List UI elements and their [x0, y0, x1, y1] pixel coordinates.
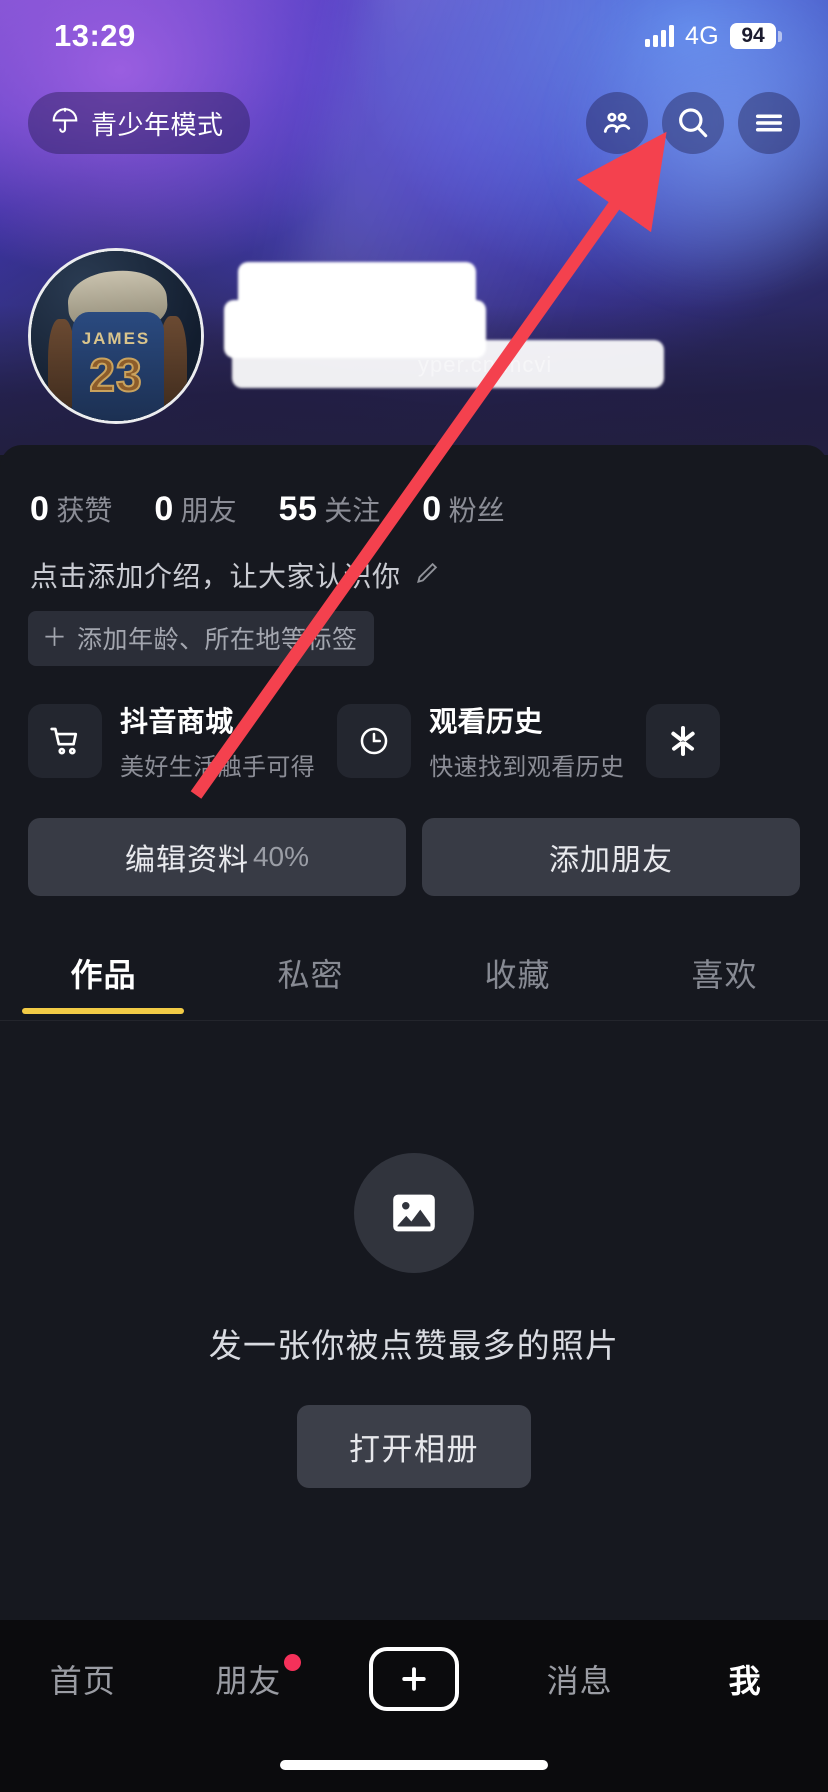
stat-value: 0 — [154, 490, 174, 528]
tag-row: ＋ 添加年龄、所在地等标签 — [0, 595, 828, 666]
nav-messages[interactable]: 消息 — [521, 1650, 639, 1708]
card-subtitle: 美好生活触手可得 — [120, 754, 316, 781]
nav-label: 我 — [728, 1663, 762, 1699]
card-douyin-mall[interactable]: 抖音商城 美好生活触手可得 — [28, 700, 315, 782]
empty-state: 发一张你被点赞最多的照片 打开相册 — [0, 1021, 828, 1488]
stat-label: 关注 — [324, 495, 381, 526]
tab-collections[interactable]: 收藏 — [414, 936, 621, 1020]
quick-cards: 抖音商城 美好生活触手可得 观看历史 快速找到观看历史 — [0, 666, 828, 782]
pencil-icon[interactable] — [413, 559, 441, 592]
teen-mode-button[interactable]: 青少年模式 — [28, 92, 250, 154]
plus-icon: ＋ — [42, 623, 68, 652]
umbrella-icon — [50, 106, 80, 141]
stat-value: 0 — [422, 490, 442, 528]
douyin-asterisk-icon — [646, 704, 721, 778]
cellular-signal-icon — [645, 25, 675, 47]
tab-likes[interactable]: 喜欢 — [621, 936, 828, 1020]
stat-following[interactable]: 55 关注 — [279, 489, 381, 529]
home-indicator — [280, 1760, 548, 1770]
nav-label: 消息 — [546, 1663, 613, 1699]
card-title: 抖音商城 — [120, 706, 234, 737]
edit-profile-label: 编辑资料 — [124, 844, 249, 877]
nav-label: 首页 — [49, 1663, 116, 1699]
nav-home[interactable]: 首页 — [24, 1650, 142, 1708]
nav-friends[interactable]: 朋友 — [189, 1650, 307, 1708]
shopping-cart-icon — [28, 704, 102, 778]
add-friend-button[interactable]: 添加朋友 — [422, 818, 800, 896]
teen-mode-label: 青少年模式 — [91, 109, 224, 140]
edit-profile-button[interactable]: 编辑资料 40% — [28, 818, 406, 896]
profile-sheet: 0 获赞 0 朋友 55 关注 0 粉丝 点击添加介绍，让大家认识你 ＋ 添加年… — [0, 445, 828, 1620]
open-album-button[interactable]: 打开相册 — [297, 1405, 531, 1488]
card-watch-history[interactable]: 观看历史 快速找到观看历史 — [337, 700, 624, 782]
stat-label: 粉丝 — [448, 495, 505, 526]
friends-icon[interactable] — [586, 92, 648, 154]
tab-label: 收藏 — [484, 957, 551, 993]
stat-followers[interactable]: 0 粉丝 — [422, 489, 504, 529]
empty-state-text: 发一张你被点赞最多的照片 — [208, 1327, 620, 1364]
nav-label: 朋友 — [215, 1663, 282, 1699]
card-douyin-extra[interactable] — [646, 700, 721, 782]
card-subtitle: 快速找到观看历史 — [429, 754, 625, 781]
banner-top-bar: 青少年模式 — [0, 92, 828, 154]
avatar-image[interactable]: JAMES 23 — [28, 248, 204, 424]
stat-value: 55 — [278, 490, 318, 528]
card-text: 抖音商城 美好生活触手可得 — [120, 700, 315, 782]
profile-stats: 0 获赞 0 朋友 55 关注 0 粉丝 — [0, 445, 828, 529]
avatar[interactable]: JAMES 23 — [28, 248, 204, 424]
avatar-jersey-number: 23 — [88, 348, 143, 402]
edit-profile-percent: 40% — [252, 841, 310, 872]
add-friend-label: 添加朋友 — [549, 844, 673, 877]
stat-label: 朋友 — [180, 495, 237, 526]
card-title: 观看历史 — [429, 706, 543, 737]
plus-icon[interactable] — [368, 1647, 459, 1711]
stat-friends[interactable]: 0 朋友 — [154, 489, 236, 529]
tab-label: 私密 — [277, 957, 344, 993]
menu-icon[interactable] — [738, 92, 800, 154]
battery-icon: 94 — [730, 23, 782, 49]
nickname-redaction-mark — [232, 340, 664, 388]
battery-percent: 94 — [730, 23, 776, 49]
content-tabs: 作品 私密 收藏 喜欢 — [0, 936, 828, 1020]
bio-placeholder: 点击添加介绍，让大家认识你 — [30, 561, 401, 592]
stat-value: 0 — [30, 490, 50, 528]
nav-me[interactable]: 我 — [686, 1650, 804, 1708]
clock-icon — [337, 704, 412, 778]
status-indicators: 4G 94 — [645, 22, 782, 51]
status-bar: 13:29 4G 94 — [0, 0, 828, 72]
add-tag-button[interactable]: ＋ 添加年龄、所在地等标签 — [28, 611, 374, 666]
banner-action-icons — [586, 92, 800, 154]
avatar-jersey-name: JAMES — [81, 329, 151, 349]
tab-active-underline — [22, 1008, 184, 1014]
status-time: 13:29 — [54, 18, 136, 53]
action-buttons: 编辑资料 40% 添加朋友 — [0, 782, 828, 896]
tab-label: 喜欢 — [691, 957, 758, 993]
card-text: 观看历史 快速找到观看历史 — [429, 700, 624, 782]
bio-row[interactable]: 点击添加介绍，让大家认识你 — [0, 529, 828, 595]
tab-label: 作品 — [70, 957, 137, 993]
stat-likes[interactable]: 0 获赞 — [30, 489, 112, 529]
photo-placeholder-icon — [354, 1153, 474, 1273]
tab-private[interactable]: 私密 — [207, 936, 414, 1020]
search-icon[interactable] — [662, 92, 724, 154]
notification-badge-dot — [284, 1654, 302, 1671]
network-type-label: 4G — [685, 21, 719, 50]
nav-create[interactable] — [355, 1647, 473, 1711]
stat-label: 获赞 — [56, 495, 113, 526]
add-tag-label: 添加年龄、所在地等标签 — [77, 626, 358, 654]
